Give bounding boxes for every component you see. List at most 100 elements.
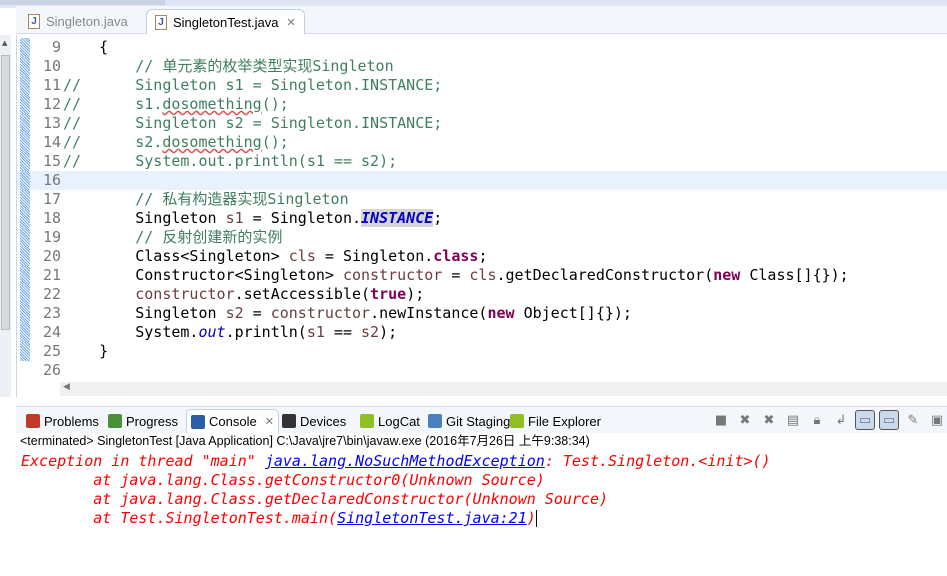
code-line[interactable]: 11// Singleton s1 = Singleton.INSTANCE; (17, 76, 947, 95)
code-line[interactable]: 13// Singleton s2 = Singleton.INSTANCE; (17, 114, 947, 133)
code-token: dosomething (162, 95, 262, 113)
code-line[interactable]: 14// s2.dosomething(); (17, 133, 947, 152)
code-token: s2 (225, 304, 244, 322)
line-number: 19 (42, 228, 61, 246)
console-line: Exception in thread "main" java.lang.NoS… (21, 452, 771, 471)
git-staging-icon (428, 414, 442, 428)
code-token: constructor (342, 266, 443, 284)
source-link[interactable]: SingletonTest.java:21 (337, 509, 527, 527)
code-token: Singleton (63, 209, 226, 227)
code-token: Class<Singleton> (63, 247, 289, 265)
code-token: .getDeclaredConstructor( (496, 266, 714, 284)
scroll-up-icon[interactable]: ▲ (2, 39, 7, 47)
code-token: (); (261, 95, 289, 113)
remove-all-launches-icon[interactable]: ✖ (759, 410, 779, 430)
console-output[interactable]: <terminated> SingletonTest [Java Applica… (16, 433, 947, 576)
code-token: cls (288, 247, 316, 265)
code-token: s1 (306, 323, 325, 341)
remove-launch-icon[interactable]: ✖ (735, 410, 755, 430)
code-line[interactable]: 21 Constructor<Singleton> constructor = … (17, 266, 947, 285)
scrollbar-thumb[interactable] (1, 55, 10, 330)
code-token: = (243, 304, 271, 322)
code-text: Singleton s2 = constructor.newInstance(n… (63, 304, 632, 323)
line-number: 11 (42, 76, 61, 94)
code-line[interactable]: 18 Singleton s1 = Singleton.INSTANCE; (17, 209, 947, 228)
code-line[interactable]: 25 } (17, 342, 947, 361)
editor-tab-bar: J Singleton.java J SingletonTest.java ✕ (16, 6, 947, 34)
panel-tab-label: Git Staging (446, 413, 511, 429)
close-icon[interactable]: ✕ (287, 16, 296, 29)
panel-tab-devices[interactable]: Devices (278, 409, 350, 433)
line-number: 9 (51, 38, 61, 56)
code-line[interactable]: 20 Class<Singleton> cls = Singleton.clas… (17, 247, 947, 266)
tab-singletontest-java[interactable]: J SingletonTest.java ✕ (146, 9, 305, 34)
progress-icon (108, 414, 122, 428)
code-token: dosomething (162, 133, 262, 151)
panel-tab-console[interactable]: Console ✕ (186, 409, 279, 433)
terminate-icon[interactable]: ■ (711, 410, 731, 430)
code-token: true (370, 285, 407, 303)
code-text: Constructor<Singleton> constructor = cls… (63, 266, 849, 285)
code-line[interactable]: 16 (17, 171, 947, 190)
tab-singleton-java[interactable]: J Singleton.java (20, 9, 136, 34)
code-token: Class[]{}); (740, 266, 849, 284)
code-editor[interactable]: 9 {10 // 单元素的枚举类型实现Singleton 11// Singlet… (16, 35, 947, 397)
code-line[interactable]: 9 { (17, 38, 947, 57)
clear-console-icon[interactable]: ▤ (783, 410, 803, 430)
code-text: constructor.setAccessible(true); (63, 285, 424, 304)
panel-tab-git-staging[interactable]: Git Staging (424, 409, 514, 433)
code-line[interactable]: 26 (17, 361, 947, 380)
code-line[interactable]: 19 // 反射创建新的实例 (17, 228, 947, 247)
code-token: ; (478, 247, 488, 265)
word-wrap-icon[interactable]: ↲ (831, 410, 851, 430)
code-token: // Singleton s1 = Singleton.INSTANCE; (63, 76, 443, 94)
top-scrollbar[interactable] (0, 0, 165, 5)
scroll-lock-icon[interactable]: 🔒︎ (807, 410, 827, 430)
panel-tab-problems[interactable]: Problems (22, 409, 103, 433)
panel-tab-progress[interactable]: Progress (104, 409, 182, 433)
code-token: s1 (225, 209, 244, 227)
left-scrollbar[interactable]: ▲ (0, 35, 11, 397)
line-number: 26 (42, 361, 61, 379)
code-token: constructor (270, 304, 371, 322)
pin-console-icon[interactable]: ✎ (903, 410, 923, 430)
open-console-icon[interactable]: ▣ (927, 410, 947, 430)
show-on-output-icon[interactable]: ▭ (855, 410, 875, 430)
line-number: 18 (42, 209, 61, 227)
line-number: 21 (42, 266, 61, 284)
code-token: = Singleton. (315, 247, 434, 265)
code-token: ); (379, 323, 398, 341)
code-token: new (487, 304, 515, 322)
scroll-left-icon[interactable]: ◀ (63, 382, 70, 392)
panel-tab-logcat[interactable]: LogCat (356, 409, 424, 433)
panel-tab-label: Console (209, 414, 257, 429)
code-line[interactable]: 22 constructor.setAccessible(true); (17, 285, 947, 304)
java-file-icon: J (28, 14, 40, 29)
console-text: : Test.Singleton.<init>() (544, 452, 771, 470)
code-line[interactable]: 12// s1.dosomething(); (17, 95, 947, 114)
code-token: // System.out.println(s1 == s2); (63, 152, 398, 170)
code-line[interactable]: 15// System.out.println(s1 == s2); (17, 152, 947, 171)
code-token: Singleton (63, 304, 226, 322)
horizontal-scrollbar[interactable]: ◀ (60, 382, 947, 396)
console-toolbar: ■ ✖ ✖ ▤ 🔒︎ ↲ ▭ ▭ ✎ ▣ (711, 410, 947, 430)
code-text: // Singleton s2 = Singleton.INSTANCE; (63, 114, 442, 133)
line-number: 17 (42, 190, 61, 208)
close-icon[interactable]: ✕ (265, 415, 274, 428)
panel-tab-label: Problems (44, 413, 99, 429)
line-number: 24 (42, 323, 61, 341)
code-line[interactable]: 17 // 私有构造器实现Singleton (17, 190, 947, 209)
code-token: cls (469, 266, 497, 284)
code-token: Constructor<Singleton> (63, 266, 343, 284)
exception-link[interactable]: java.lang.NoSuchMethodException (265, 452, 545, 470)
code-line[interactable]: 24 System.out.println(s1 == s2); (17, 323, 947, 342)
code-line[interactable]: 23 Singleton s2 = constructor.newInstanc… (17, 304, 947, 323)
line-number: 15 (42, 152, 61, 170)
panel-tab-file-explorer[interactable]: File Explorer (506, 409, 605, 433)
panel-tab-label: File Explorer (528, 413, 601, 429)
code-line[interactable]: 10 // 单元素的枚举类型实现Singleton (17, 57, 947, 76)
show-on-error-icon[interactable]: ▭ (879, 410, 899, 430)
panel-tab-bar: ■ ✖ ✖ ▤ 🔒︎ ↲ ▭ ▭ ✎ ▣ Problems Progress Con… (16, 406, 947, 433)
code-text: // Singleton s1 = Singleton.INSTANCE; (63, 76, 442, 95)
